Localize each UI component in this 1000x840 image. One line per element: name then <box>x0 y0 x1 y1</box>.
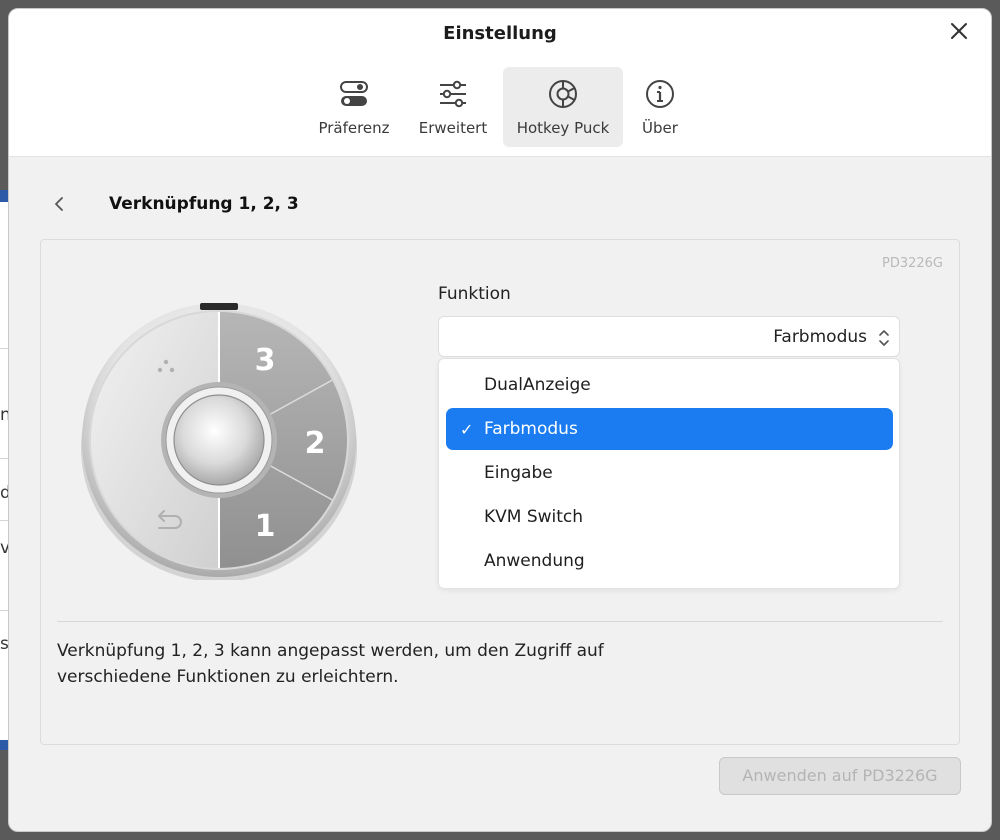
description-text: Verknüpfung 1, 2, 3 kann angepasst werde… <box>57 638 657 690</box>
tab-bar: Präferenz Erweitert Hotkey Puck Über <box>9 67 991 147</box>
option-farbmodus[interactable]: ✓ Farbmodus <box>446 408 893 450</box>
window-header: Einstellung Präferenz Erweitert Hotkey P… <box>9 9 991 157</box>
option-label: DualAnzeige <box>484 375 591 395</box>
puck-key-3: 3 <box>255 343 276 378</box>
page-title: Verknüpfung 1, 2, 3 <box>109 194 299 214</box>
model-label: PD3226G <box>881 256 943 271</box>
puck-key-1: 1 <box>255 509 276 544</box>
chevron-left-icon[interactable] <box>49 194 69 214</box>
sliders-icon <box>440 80 466 108</box>
tab-hotkey-puck[interactable]: Hotkey Puck <box>503 67 623 147</box>
checkmark-icon: ✓ <box>460 420 474 439</box>
hotkey-panel: PD3226G 3 2 1 Funktion Farbmodus DualAnz… <box>40 239 960 745</box>
function-select-value: Farbmodus <box>773 326 867 347</box>
tab-label: Erweitert <box>418 119 488 137</box>
function-dropdown: DualAnzeige ✓ Farbmodus Eingabe KVM Swit… <box>438 358 900 589</box>
description-line: verschiedene Funktionen zu erleichtern. <box>57 667 399 687</box>
breadcrumb: Verknüpfung 1, 2, 3 <box>49 189 299 219</box>
description-line: Verknüpfung 1, 2, 3 kann angepasst werde… <box>57 641 604 661</box>
info-icon <box>646 80 674 108</box>
puck-icon <box>549 80 577 108</box>
apply-button[interactable]: Anwenden auf PD3226G <box>719 757 961 795</box>
option-anwendung[interactable]: Anwendung <box>446 540 893 582</box>
toggle-icon <box>340 81 368 106</box>
function-select[interactable]: Farbmodus <box>438 316 900 357</box>
option-label: Anwendung <box>484 551 585 571</box>
close-icon[interactable] <box>947 19 971 43</box>
option-kvm-switch[interactable]: KVM Switch <box>446 496 893 538</box>
puck-key-2: 2 <box>305 426 326 461</box>
option-label: Farbmodus <box>484 419 578 439</box>
window-title: Einstellung <box>443 23 557 44</box>
option-label: Eingabe <box>484 463 553 483</box>
chevron-updown-icon <box>879 330 889 346</box>
option-dualanzeige[interactable]: DualAnzeige <box>446 364 893 406</box>
tab-ueber[interactable]: Über <box>625 67 695 147</box>
option-label: KVM Switch <box>484 507 584 527</box>
option-eingabe[interactable]: Eingabe <box>446 452 893 494</box>
settings-window: Einstellung Präferenz Erweitert Hotkey P… <box>8 8 992 832</box>
function-label: Funktion <box>438 284 511 304</box>
tab-label: Hotkey Puck <box>516 119 610 137</box>
tab-label: Über <box>642 119 678 137</box>
tab-label: Präferenz <box>318 119 390 137</box>
tab-erweitert[interactable]: Erweitert <box>405 67 501 147</box>
tab-praeferenz[interactable]: Präferenz <box>306 67 402 147</box>
hotkey-puck-image: 3 2 1 <box>81 303 357 580</box>
divider <box>57 621 943 622</box>
